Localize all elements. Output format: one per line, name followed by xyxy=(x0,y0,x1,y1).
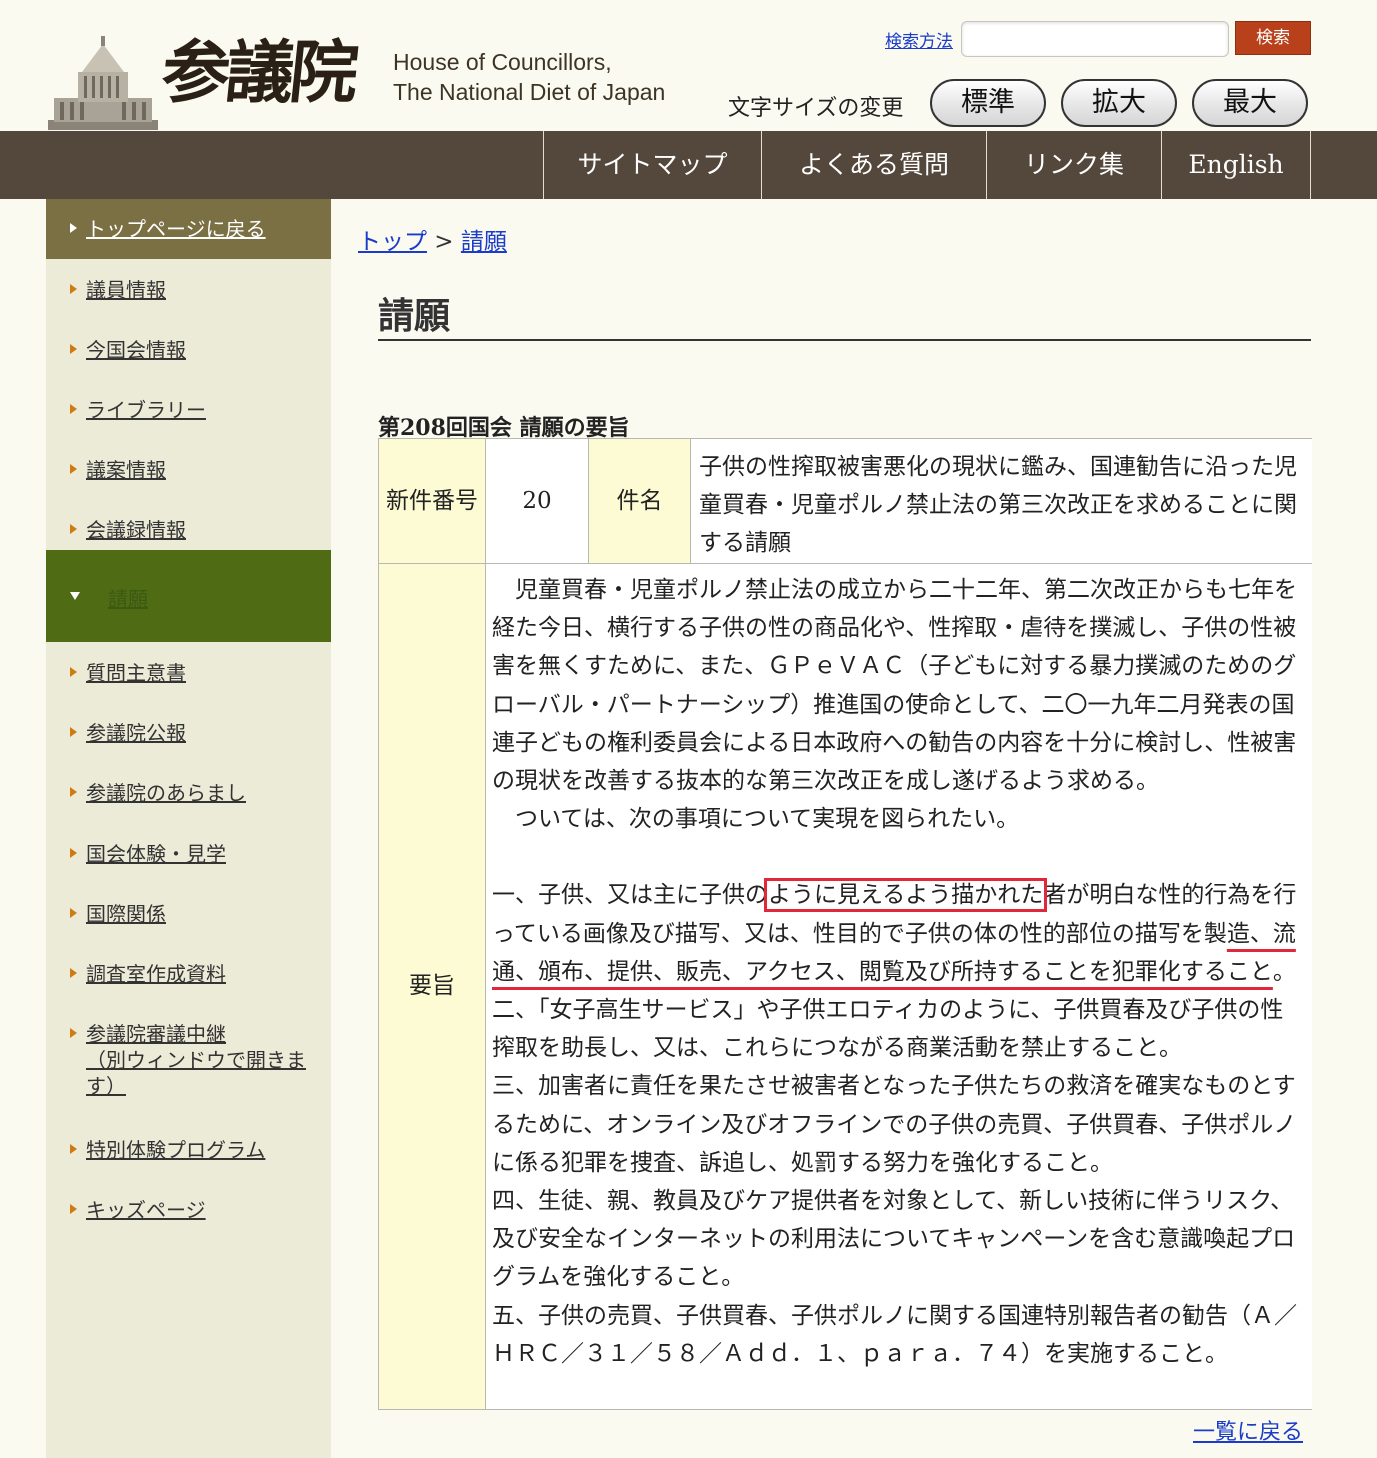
stream-label-line2: （別ウィンドウで開きま xyxy=(86,1048,306,1072)
petition-table: 新件番号 20 件名 子供の性搾取被害悪化の現状に鑑み、国連勧告に沿った児童買春… xyxy=(378,438,1312,1410)
sidebar-item-special-program[interactable]: 特別体験プログラム xyxy=(46,1137,331,1163)
arrow-right-icon xyxy=(70,848,77,858)
sidebar-item-label[interactable]: 調査室作成資料 xyxy=(86,962,226,986)
sidebar-item-label[interactable]: 参議院審議中継 （別ウィンドウで開きま す） xyxy=(86,1022,306,1098)
summary-paragraph-1: 児童買春・児童ポルノ禁止法の成立から二十二年、第二次改正からも七年を経た今日、横… xyxy=(492,577,1297,795)
stream-label-line1: 参議院審議中継 xyxy=(86,1022,226,1046)
arrow-right-icon xyxy=(70,667,77,677)
summary-item-5: 五、子供の売買、子供買春、子供ポルノに関する国連特別報告者の勧告（Ａ／ＨＲＣ／３… xyxy=(492,1302,1297,1367)
font-size-standard-button[interactable]: 標準 xyxy=(930,79,1046,127)
stream-label-line3: す） xyxy=(86,1074,126,1098)
summary-value-cell: 児童買春・児童ポルノ禁止法の成立から二十二年、第二次改正からも七年を経た今日、横… xyxy=(486,564,1312,1409)
sidebar-item-label[interactable]: 今国会情報 xyxy=(86,338,186,362)
nav-english[interactable]: English xyxy=(1161,131,1311,199)
global-nav: サイトマップ よくある質問 リンク集 English xyxy=(0,131,1377,199)
sidebar-item-overview[interactable]: 参議院のあらまし xyxy=(46,780,331,806)
arrow-right-icon xyxy=(70,223,77,233)
arrow-right-icon xyxy=(70,464,77,474)
sidebar-item-home[interactable]: トップページに戻る xyxy=(46,216,331,242)
sidebar-item-label[interactable]: 会議録情報 xyxy=(86,518,186,542)
sidebar-item-label[interactable]: 特別体験プログラム xyxy=(86,1138,265,1162)
breadcrumb-top-link[interactable]: トップ xyxy=(358,229,427,255)
subject-text: 子供の性搾取被害悪化の現状に鑑み、国連勧告に沿った児童買春・児童ポルノ禁止法の第… xyxy=(699,454,1297,556)
sidebar-item-tours[interactable]: 国会体験・見学 xyxy=(46,841,331,867)
arrow-right-icon xyxy=(70,968,77,978)
sidebar-item-label[interactable]: 請願 xyxy=(108,583,148,612)
number-value-cell: 20 xyxy=(486,439,589,564)
summary-body: 児童買春・児童ポルノ禁止法の成立から二十二年、第二次改正からも七年を経た今日、横… xyxy=(486,564,1312,1373)
back-to-list-link[interactable]: 一覧に戻る xyxy=(1193,1414,1303,1446)
breadcrumb-separator: > xyxy=(427,229,461,255)
title-divider xyxy=(378,339,1311,341)
arrow-down-icon xyxy=(70,592,80,600)
sidebar-item-kids[interactable]: キッズページ xyxy=(46,1197,331,1223)
sidebar-item-bulletin[interactable]: 参議院公報 xyxy=(46,720,331,746)
summary-item-4: 四、生徒、親、教員及びケア提供者を対象として、新しい技術に伴うリスク、及び安全な… xyxy=(492,1188,1296,1291)
arrow-right-icon xyxy=(70,344,77,354)
nav-faq[interactable]: よくある質問 xyxy=(761,131,986,199)
sidebar-item-label[interactable]: ライブラリー xyxy=(86,398,206,422)
sidebar-item-label[interactable]: 質問主意書 xyxy=(86,661,186,685)
arrow-right-icon xyxy=(70,727,77,737)
arrow-right-icon xyxy=(70,524,77,534)
breadcrumb: トップ > 請願 xyxy=(358,222,507,256)
search-help-link[interactable]: 検索方法 xyxy=(885,27,953,52)
arrow-right-icon xyxy=(70,1204,77,1214)
page-title: 請願 xyxy=(378,295,451,337)
highlight-box-annotation: ように見えるよう描かれた xyxy=(763,878,1048,913)
sidebar-item-live-stream[interactable]: 参議院審議中継 （別ウィンドウで開きま す） xyxy=(46,1021,331,1099)
sidebar: トップページに戻る 議員情報 今国会情報 ライブラリー 議案情報 会議録情報 請… xyxy=(46,199,331,1458)
site-logo-kanji[interactable]: 参議院 xyxy=(157,28,388,118)
subject-value-cell: 子供の性搾取被害悪化の現状に鑑み、国連勧告に沿った児童買春・児童ポルノ禁止法の第… xyxy=(691,439,1312,564)
arrow-right-icon xyxy=(70,1144,77,1154)
summary-item-2: 二、「女子高生サービス」や子供エロティカのように、子供買春及び子供の性搾取を助長… xyxy=(492,997,1284,1062)
summary-item-1: 一、子供、又は主に子供のように見えるよう描かれた者が明白な性的行為を行っている画… xyxy=(492,876,1302,991)
sidebar-item-label[interactable]: 議員情報 xyxy=(86,278,166,302)
arrow-right-icon xyxy=(70,1028,77,1038)
summary-label-cell: 要旨 xyxy=(379,564,486,1409)
diet-building-logo-icon[interactable] xyxy=(48,36,158,130)
item1-text-e: 。 xyxy=(1272,958,1296,985)
logo-english-line1: House of Councillors, xyxy=(393,49,612,75)
arrow-right-icon xyxy=(70,404,77,414)
sidebar-item-minutes[interactable]: 会議録情報 xyxy=(46,517,331,543)
sidebar-item-label[interactable]: キッズページ xyxy=(86,1198,206,1222)
sidebar-item-international[interactable]: 国際関係 xyxy=(46,901,331,927)
site-logo-english[interactable]: House of Councillors, The National Diet … xyxy=(393,47,693,107)
summary-paragraph-2: ついては、次の事項について実現を図られたい。 xyxy=(515,806,1020,833)
summary-item-3: 三、加害者に責任を果たさせ被害者となった子供たちの救済を確実なものとするために、… xyxy=(492,1073,1297,1176)
sidebar-item-research[interactable]: 調査室作成資料 xyxy=(46,961,331,987)
item1-text-a: 一、子供、又は主に子供の xyxy=(492,882,768,909)
sidebar-item-label[interactable]: 参議院のあらまし xyxy=(86,781,246,805)
nav-links[interactable]: リンク集 xyxy=(986,131,1161,199)
sidebar-item-label[interactable]: トップページに戻る xyxy=(86,217,266,241)
font-size-label: 文字サイズの変更 xyxy=(728,96,904,121)
site-header: 参議院 House of Councillors, The National D… xyxy=(0,0,1377,131)
sidebar-item-members[interactable]: 議員情報 xyxy=(46,277,331,303)
sidebar-item-bills[interactable]: 議案情報 xyxy=(46,457,331,483)
sidebar-item-label[interactable]: 議案情報 xyxy=(86,458,166,482)
sidebar-item-label[interactable]: 参議院公報 xyxy=(86,721,186,745)
sidebar-item-library[interactable]: ライブラリー xyxy=(46,397,331,423)
nav-sitemap[interactable]: サイトマップ xyxy=(543,131,761,199)
search-button[interactable]: 検索 xyxy=(1235,21,1311,55)
arrow-right-icon xyxy=(70,284,77,294)
subject-label-cell: 件名 xyxy=(589,439,691,564)
sidebar-item-label[interactable]: 国際関係 xyxy=(86,902,166,926)
breadcrumb-current-link[interactable]: 請願 xyxy=(461,229,507,255)
font-size-large-button[interactable]: 拡大 xyxy=(1061,79,1177,127)
arrow-right-icon xyxy=(70,787,77,797)
logo-english-line2: The National Diet of Japan xyxy=(393,79,666,105)
search-input[interactable] xyxy=(961,21,1229,57)
arrow-right-icon xyxy=(70,908,77,918)
sidebar-item-petitions-active[interactable]: 請願 xyxy=(46,550,331,642)
sidebar-item-current-session[interactable]: 今国会情報 xyxy=(46,337,331,363)
sidebar-item-questions[interactable]: 質問主意書 xyxy=(46,660,331,686)
font-size-largest-button[interactable]: 最大 xyxy=(1192,79,1308,127)
sidebar-item-label[interactable]: 国会体験・見学 xyxy=(86,842,226,866)
sidebar-top-section: トップページに戻る xyxy=(46,199,331,259)
number-label-cell: 新件番号 xyxy=(379,439,486,564)
